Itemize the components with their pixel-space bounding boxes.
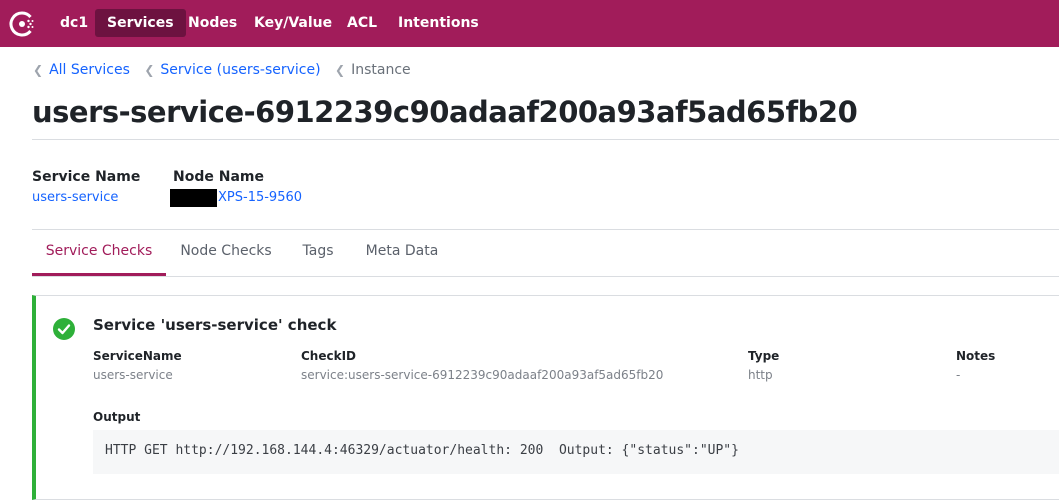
service-name-field-label: ServiceName [93, 349, 182, 363]
nav-item-nodes[interactable]: Nodes [176, 9, 249, 37]
service-name-link[interactable]: users-service [32, 190, 118, 205]
node-name-label: Node Name [173, 169, 264, 185]
nav-item-intentions[interactable]: Intentions [386, 9, 491, 37]
divider [32, 276, 1059, 277]
breadcrumb-label: Instance [351, 62, 411, 78]
tab-tags[interactable]: Tags [290, 243, 346, 273]
output-text: HTTP GET http://192.168.144.4:46329/actu… [105, 443, 739, 458]
redaction-block [170, 189, 217, 207]
chevron-left-icon: ❮ [144, 63, 155, 77]
service-name-label: Service Name [32, 169, 141, 185]
check-id-field-label: CheckID [301, 349, 357, 363]
check-circle-icon [53, 318, 75, 340]
divider [32, 229, 1059, 230]
tab-meta-data[interactable]: Meta Data [354, 243, 450, 273]
node-name-link[interactable]: XPS-15-9560 [218, 190, 302, 205]
tab-service-checks[interactable]: Service Checks [32, 243, 166, 273]
breadcrumb-label: Service (users-service) [160, 62, 321, 78]
chevron-left-icon: ❮ [33, 63, 44, 77]
breadcrumb: ❮ All Services ❮ Service (users-service) ❮… [33, 62, 421, 82]
nav-item-acl[interactable]: ACL [335, 9, 389, 37]
output-label: Output [93, 410, 141, 424]
datacenter-selector[interactable]: dc1 [48, 9, 100, 37]
type-field-label: Type [748, 349, 780, 363]
page-title: users-service-6912239c90adaaf200a93af5ad… [32, 95, 858, 129]
tab-node-checks[interactable]: Node Checks [170, 243, 282, 273]
type-field-value: http [748, 368, 773, 382]
breadcrumb-instance: ❮ Instance [335, 62, 411, 78]
breadcrumb-all-services[interactable]: ❮ All Services [33, 62, 130, 78]
check-id-field-value: service:users-service-6912239c90adaaf200… [301, 368, 664, 382]
divider [32, 139, 1059, 140]
chevron-left-icon: ❮ [335, 63, 346, 77]
breadcrumb-label: All Services [49, 62, 130, 78]
notes-field-label: Notes [956, 349, 996, 363]
breadcrumb-service[interactable]: ❮ Service (users-service) [144, 62, 320, 78]
notes-field-value: - [956, 368, 961, 382]
nav-item-key-value[interactable]: Key/Value [242, 9, 344, 37]
nav-item-services[interactable]: Services [95, 9, 186, 37]
consul-logo-icon[interactable] [8, 10, 36, 38]
check-title: Service 'users-service' check [93, 316, 337, 334]
service-name-field-value: users-service [93, 368, 173, 382]
